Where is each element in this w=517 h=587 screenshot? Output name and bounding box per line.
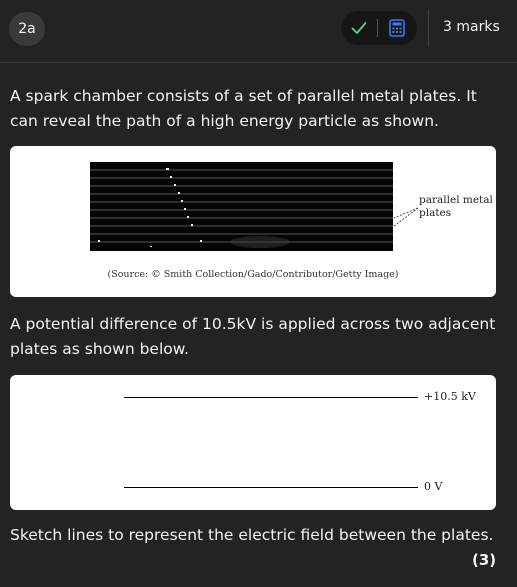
header-rule [0, 62, 517, 63]
plates-diagram: +10.5 kV 0 V [10, 375, 496, 510]
marks-label: 3 marks [443, 19, 500, 35]
question-number: 2a [18, 21, 36, 37]
calculator-button[interactable] [378, 11, 416, 45]
question-header: 2a 3 marks [0, 0, 517, 58]
question-number-badge: 2a [9, 12, 45, 46]
potential-difference-text: A potential difference of 10.5kV is appl… [10, 315, 496, 358]
annotation-line-1: parallel metal [419, 194, 493, 206]
question-tools [341, 11, 417, 45]
top-plate-label: +10.5 kV [424, 390, 476, 403]
mark-answer-button[interactable] [341, 11, 377, 45]
annotation-line-2: plates [419, 207, 452, 219]
bottom-plate-line [124, 487, 418, 488]
spark-chamber-figure: parallel metal plates (Source: © Smith C… [10, 146, 496, 297]
marks-available: (3) [472, 551, 497, 569]
task-text: Sketch lines to represent the electric f… [10, 526, 494, 544]
check-icon [351, 22, 367, 34]
bottom-plate-label: 0 V [424, 480, 443, 493]
image-source-credit: (Source: © Smith Collection/Gado/Contrib… [107, 269, 399, 280]
calculator-icon [389, 19, 405, 37]
question-intro: A spark chamber consists of a set of par… [10, 87, 477, 130]
plates-annotation: parallel metal plates [419, 194, 493, 220]
header-divider [428, 9, 429, 47]
top-plate-line [124, 397, 418, 398]
